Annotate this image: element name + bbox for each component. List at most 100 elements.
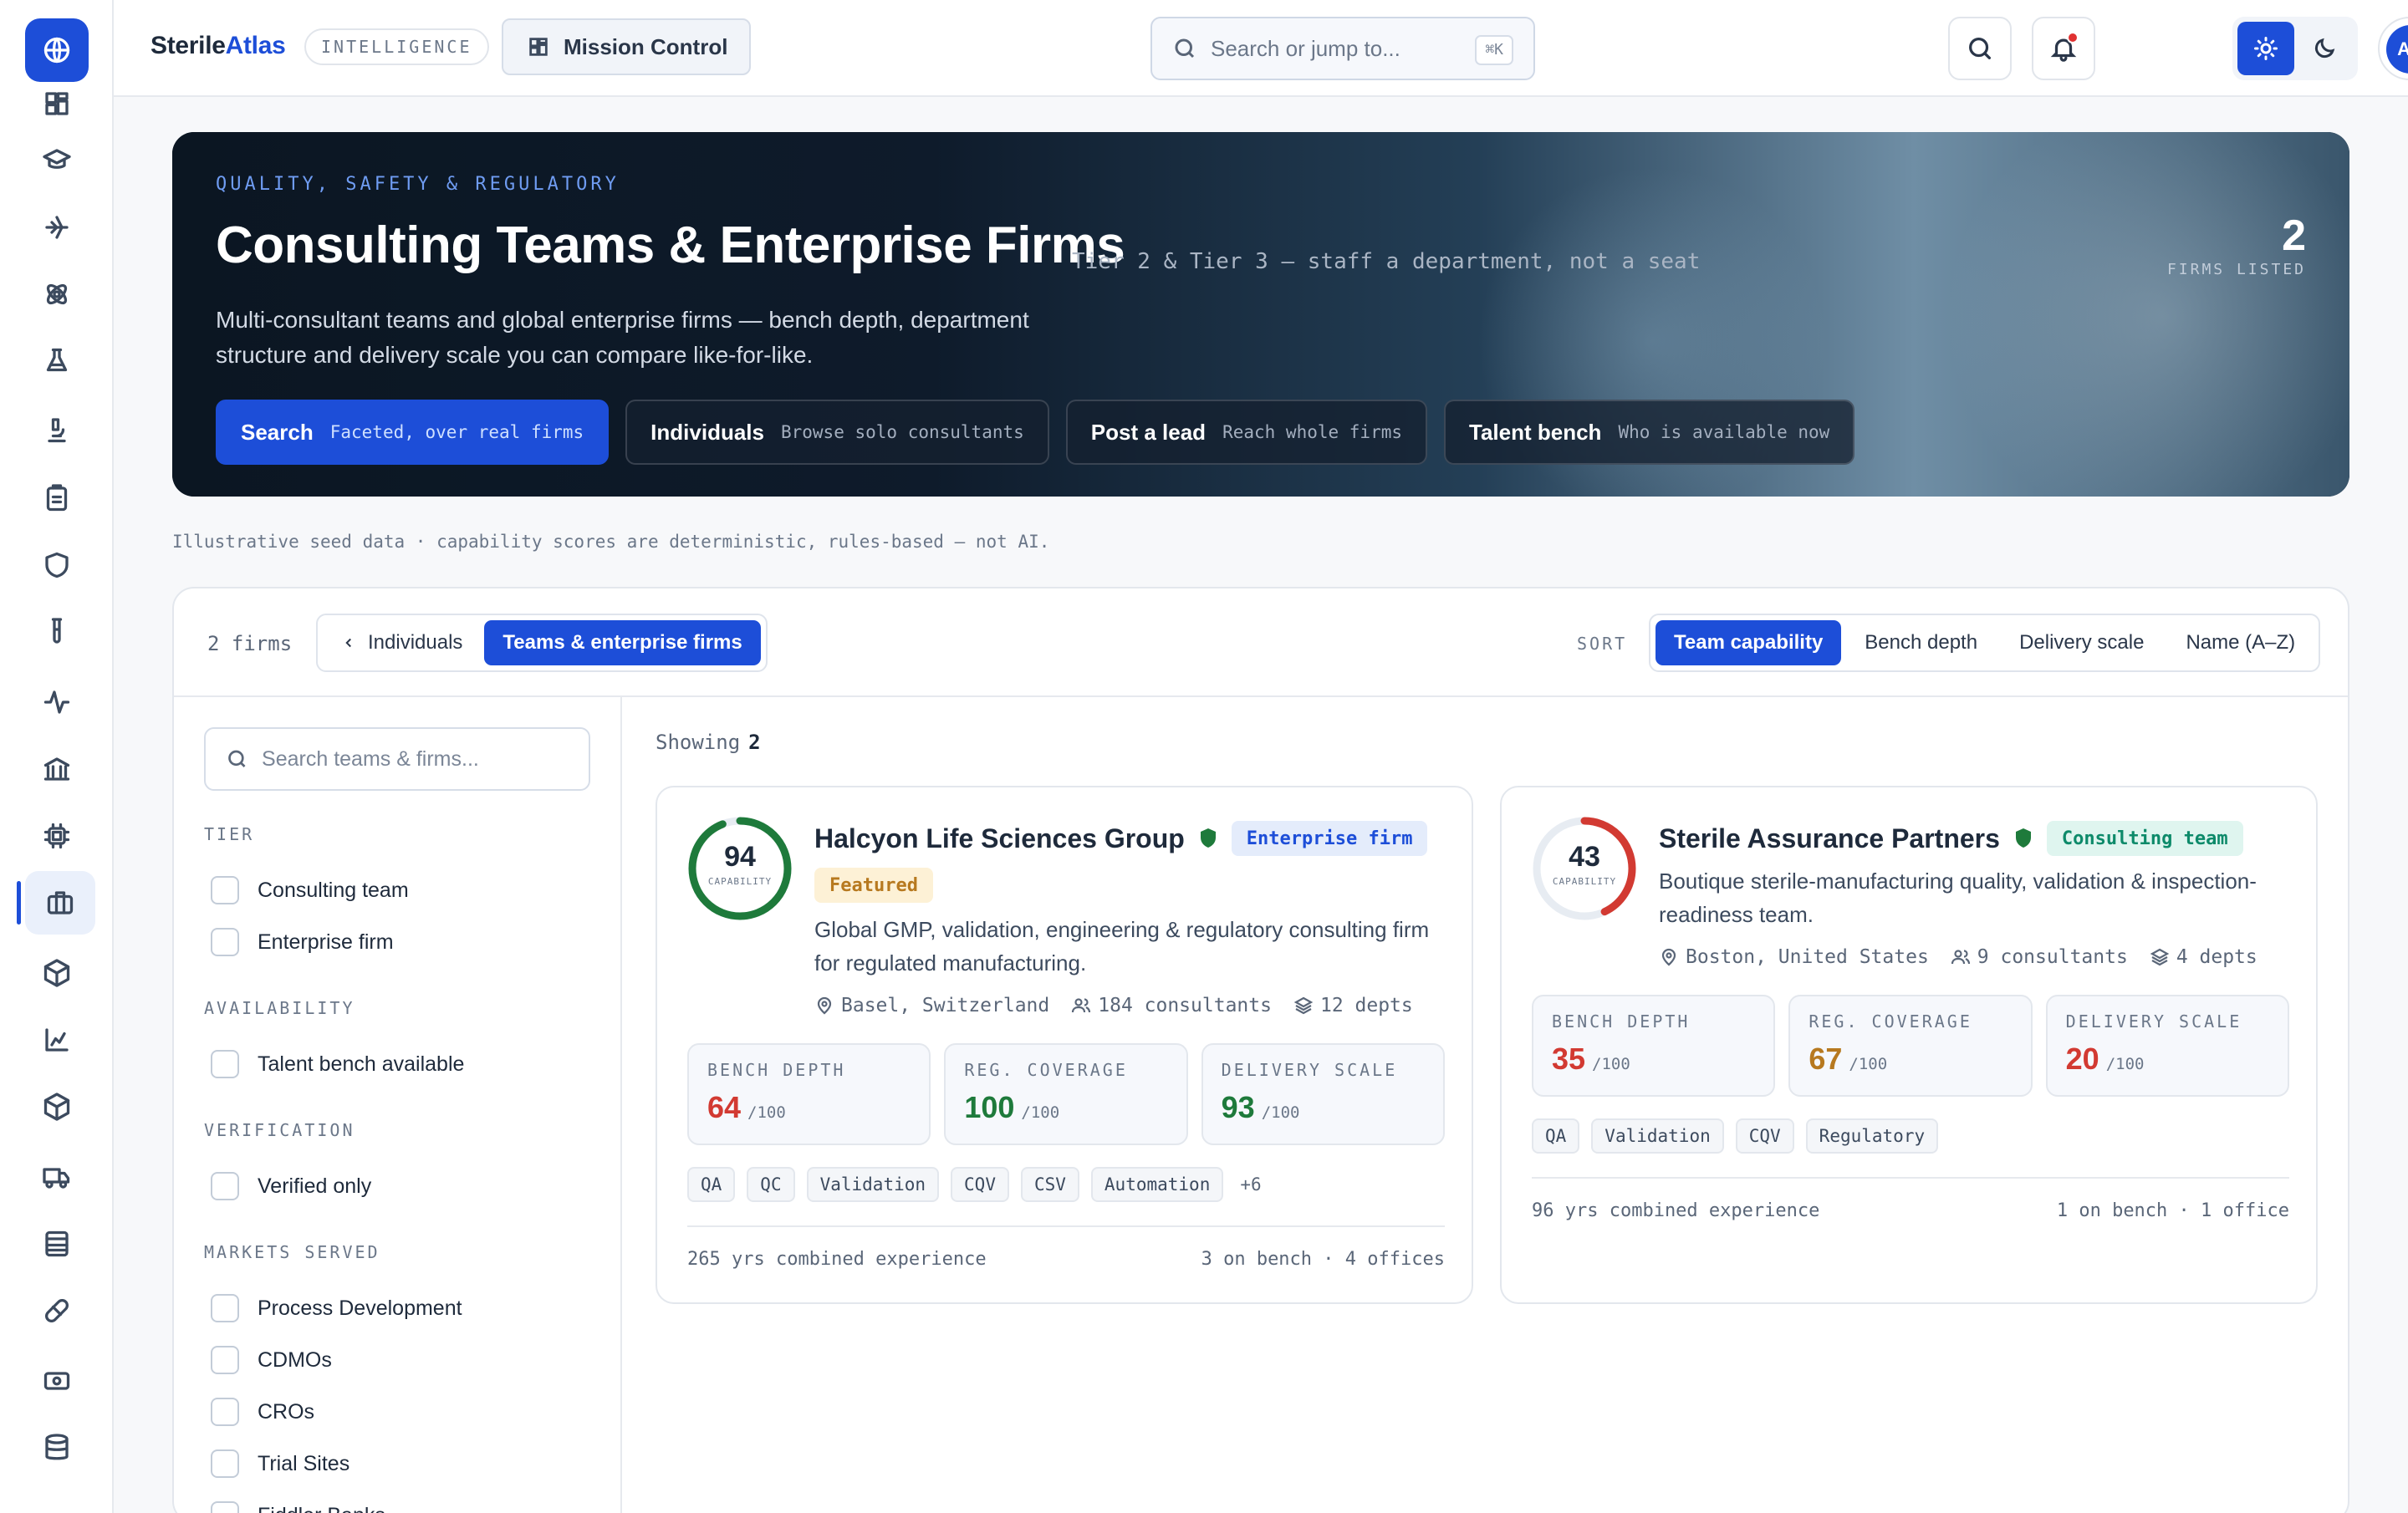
firm-meta: Basel, Switzerland 184 consultants 12 de… xyxy=(814,995,1413,1016)
checkbox[interactable] xyxy=(211,876,239,904)
bank-icon[interactable] xyxy=(25,737,89,801)
checkbox[interactable] xyxy=(211,928,239,956)
truck-icon[interactable] xyxy=(25,1145,89,1209)
more-tags[interactable]: +6 xyxy=(1240,1174,1261,1195)
briefcase-icon[interactable] xyxy=(17,871,95,935)
firms-count-label: FIRMS LISTED xyxy=(2166,261,2306,278)
firm-departments: 12 depts xyxy=(1293,995,1413,1016)
checkbox[interactable] xyxy=(211,1050,239,1078)
talent-bench-action-button[interactable]: Talent bench Who is available now xyxy=(1444,400,1855,465)
markets-filter: MARKETS SERVED Process Development CDMOs… xyxy=(204,1242,462,1513)
metric-delivery-scale: DELIVERY SCALE 20/100 xyxy=(2045,995,2289,1097)
cash-icon[interactable] xyxy=(25,1349,89,1413)
sort-team-capability[interactable]: Team capability xyxy=(1656,620,1842,665)
filter-option-enterprise-firm[interactable]: Enterprise firm xyxy=(204,916,409,968)
filter-option-process-development[interactable]: Process Development xyxy=(204,1282,462,1334)
filter-title: MARKETS SERVED xyxy=(204,1242,380,1262)
filter-option-trial-sites[interactable]: Trial Sites xyxy=(204,1438,462,1490)
brand-logo[interactable]: SterileAtlas xyxy=(150,32,286,60)
package-icon[interactable] xyxy=(25,941,89,1005)
server-icon[interactable] xyxy=(25,1212,89,1276)
checkbox[interactable] xyxy=(211,1449,239,1478)
capability-label: CAPABILITY xyxy=(1552,876,1617,887)
metric-reg-coverage: REG. COVERAGE 67/100 xyxy=(1788,995,2033,1097)
search-button[interactable] xyxy=(1948,17,2012,80)
post-lead-action-button[interactable]: Post a lead Reach whole firms xyxy=(1065,400,1427,465)
individuals-action-button[interactable]: Individuals Browse solo consultants xyxy=(625,400,1049,465)
top-bar: SterileAtlas INTELLIGENCE Mission Contro… xyxy=(114,0,2408,97)
filter-option-cdmos[interactable]: CDMOs xyxy=(204,1334,462,1386)
search-icon xyxy=(1175,38,1195,59)
notifications-button[interactable] xyxy=(2032,17,2095,80)
results-toolbar: 2 firms Individuals Teams & enterprise f… xyxy=(174,588,2348,697)
microscope-icon[interactable] xyxy=(25,398,89,461)
metric-bench-depth: BENCH DEPTH 35/100 xyxy=(1532,995,1776,1097)
sort-bench-depth[interactable]: Bench depth xyxy=(1846,620,1996,665)
box-icon[interactable] xyxy=(25,1075,89,1139)
capability-score: 43 xyxy=(1569,841,1600,873)
tag: CQV xyxy=(1735,1118,1794,1154)
database-icon[interactable] xyxy=(25,1416,89,1480)
cpu-icon[interactable] xyxy=(25,804,89,868)
shield-icon[interactable] xyxy=(25,533,89,597)
clipboard-icon[interactable] xyxy=(25,466,89,530)
checkbox[interactable] xyxy=(211,1501,239,1513)
tag: Regulatory xyxy=(1805,1118,1939,1154)
dark-theme-button[interactable] xyxy=(2296,22,2353,75)
dashboard-icon[interactable] xyxy=(25,72,89,135)
hero-banner: QUALITY, SAFETY & REGULATORY Consulting … xyxy=(172,132,2349,497)
directory-switch: Individuals Teams & enterprise firms xyxy=(316,614,768,672)
light-theme-button[interactable] xyxy=(2237,22,2294,75)
filter-option-fiddler-banks[interactable]: Fiddler Banks xyxy=(204,1490,462,1513)
filter-search-input[interactable] xyxy=(262,746,569,772)
firm-name[interactable]: Halcyon Life Sciences Group xyxy=(814,823,1185,854)
filter-sidebar: TIER Consulting team Enterprise firm AVA… xyxy=(174,697,622,1513)
pill-icon[interactable] xyxy=(25,1279,89,1342)
featured-badge: Featured xyxy=(814,868,933,903)
hero-tagline: Tier 2 & Tier 3 — staff a department, no… xyxy=(1072,249,1701,274)
filter-title: AVAILABILITY xyxy=(204,998,355,1018)
graduation-icon[interactable] xyxy=(25,129,89,192)
sort-label: SORT xyxy=(1577,634,1628,654)
user-menu[interactable]: AR xyxy=(2378,17,2408,80)
firm-name[interactable]: Sterile Assurance Partners xyxy=(1659,823,2000,854)
metric-bench-depth: BENCH DEPTH 64/100 xyxy=(687,1043,931,1145)
icon-rail xyxy=(0,0,114,1513)
avatar: AR xyxy=(2386,25,2408,74)
flask-icon[interactable] xyxy=(25,329,89,393)
test-tube-icon[interactable] xyxy=(25,600,89,664)
firm-card[interactable]: 94 CAPABILITY Halcyon Life Sciences Grou… xyxy=(656,786,1473,1304)
firm-location: Basel, Switzerland xyxy=(814,995,1049,1016)
chart-icon[interactable] xyxy=(25,1008,89,1072)
tag: CSV xyxy=(1020,1167,1079,1202)
capability-label: CAPABILITY xyxy=(707,876,773,887)
activity-icon[interactable] xyxy=(25,670,89,734)
global-search[interactable]: Search or jump to... ⌘K xyxy=(1150,17,1535,80)
filter-option-talent-bench[interactable]: Talent bench available xyxy=(204,1038,464,1090)
drone-icon[interactable] xyxy=(25,196,89,259)
checkbox[interactable] xyxy=(211,1346,239,1374)
notification-dot xyxy=(2067,32,2079,43)
filter-option-verified[interactable]: Verified only xyxy=(204,1160,371,1212)
checkbox[interactable] xyxy=(211,1172,239,1200)
filter-option-cros[interactable]: CROs xyxy=(204,1386,462,1438)
sort-name[interactable]: Name (A–Z) xyxy=(2167,620,2314,665)
tag: CQV xyxy=(951,1167,1009,1202)
bench-offices: 1 on bench · 1 office xyxy=(2056,1200,2289,1221)
search-action-button[interactable]: Search Faceted, over real firms xyxy=(216,400,610,465)
tag: QC xyxy=(747,1167,795,1202)
shortcut-hint: ⌘K xyxy=(1475,35,1513,65)
tag: Validation xyxy=(806,1167,940,1202)
sort-delivery-scale[interactable]: Delivery scale xyxy=(2001,620,2162,665)
firm-departments: 4 depts xyxy=(2150,946,2258,968)
map-pin-icon xyxy=(817,996,832,1015)
individuals-tab[interactable]: Individuals xyxy=(323,620,481,665)
filter-option-consulting-team[interactable]: Consulting team xyxy=(204,864,409,916)
search-icon xyxy=(228,750,246,767)
checkbox[interactable] xyxy=(211,1398,239,1426)
firm-card[interactable]: 43 CAPABILITY Sterile Assurance Partners… xyxy=(1500,786,2318,1304)
teams-firms-tab[interactable]: Teams & enterprise firms xyxy=(484,620,761,665)
mission-control-button[interactable]: Mission Control xyxy=(502,18,752,75)
atom-icon[interactable] xyxy=(25,262,89,326)
checkbox[interactable] xyxy=(211,1294,239,1322)
